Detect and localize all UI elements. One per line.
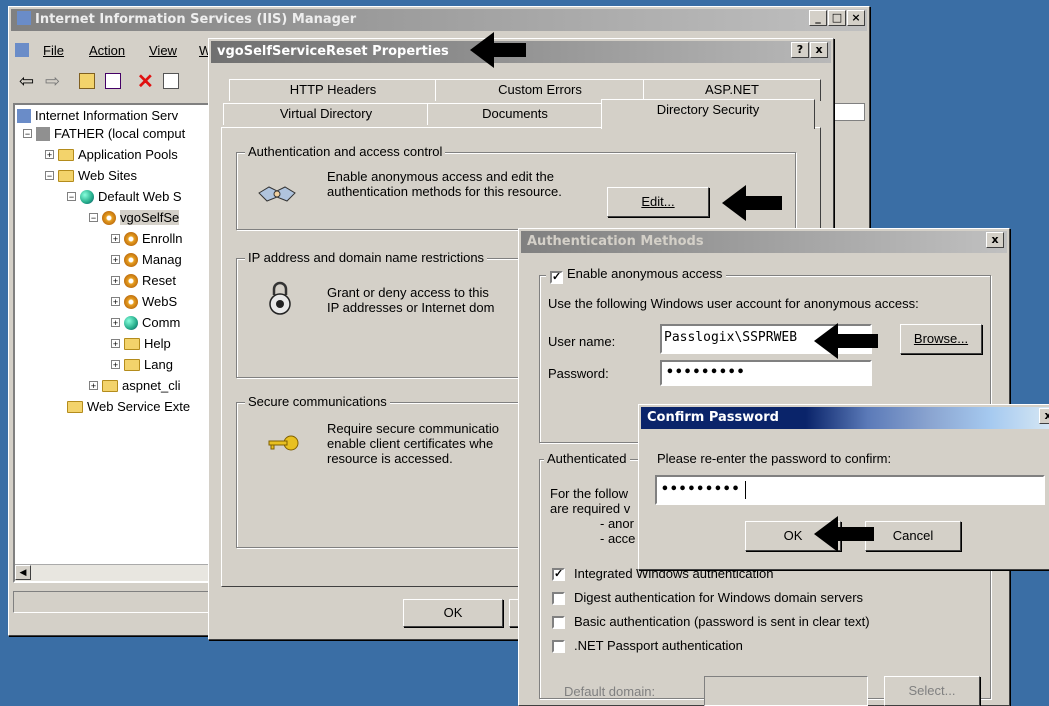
arrow-title	[470, 32, 526, 68]
arrow-ok	[814, 516, 874, 552]
arrow-username	[814, 323, 878, 359]
arrow-edit	[722, 185, 782, 221]
annotation-arrows	[470, 32, 878, 552]
tab-directory-security[interactable]: Directory Security	[601, 99, 815, 129]
